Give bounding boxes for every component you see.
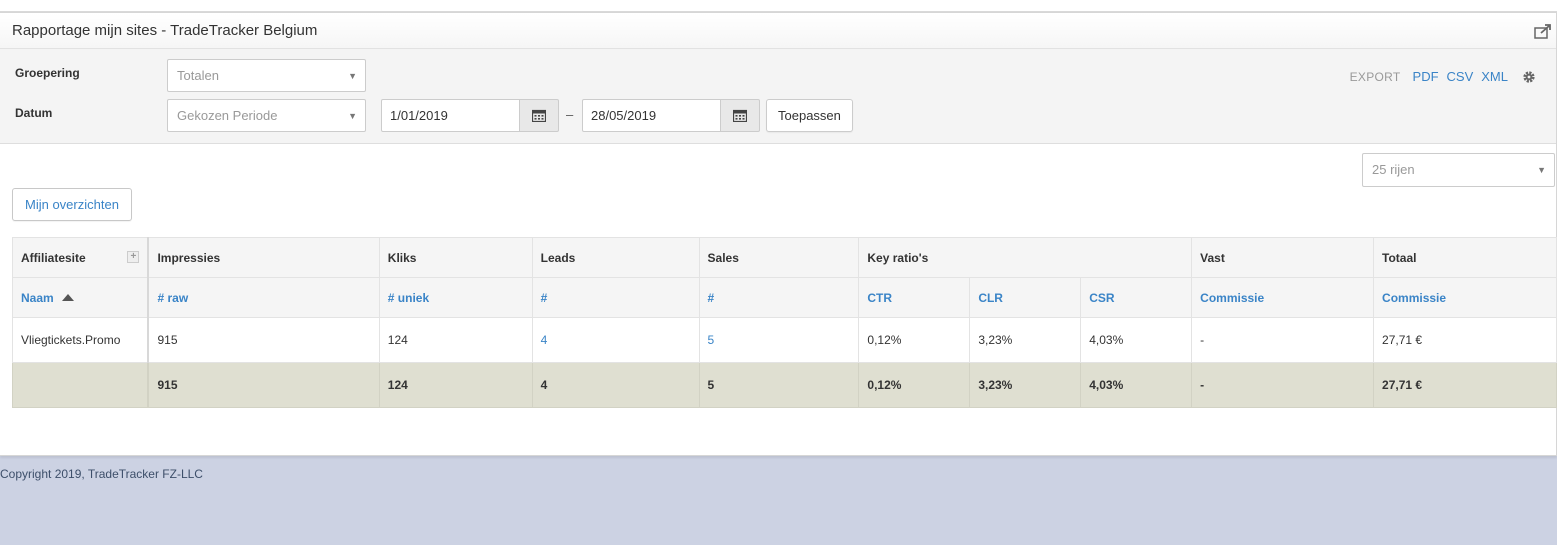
cell-leads-link[interactable]: 4: [531, 317, 700, 363]
period-value: Gekozen Periode: [177, 108, 278, 123]
header-sales: Sales: [698, 237, 860, 278]
total-vast-commissie: -: [1191, 362, 1375, 408]
grouping-label: Groepering: [15, 66, 80, 80]
sort-kliks-uniek[interactable]: # uniek: [378, 277, 533, 318]
gear-icon[interactable]: [1522, 70, 1536, 84]
grouping-select[interactable]: Totalen ▼: [167, 59, 366, 92]
header-totaal: Totaal: [1373, 237, 1557, 278]
group-header-row: Affiliatesite + Impressies Kliks Leads S…: [12, 237, 1557, 278]
period-select[interactable]: Gekozen Periode ▼: [167, 99, 366, 132]
cell-vast-commissie: -: [1191, 317, 1375, 363]
cell-sales-link[interactable]: 5: [698, 317, 860, 363]
cell-csr: 4,03%: [1080, 317, 1193, 363]
report-panel: Rapportage mijn sites - TradeTracker Bel…: [0, 12, 1557, 456]
table-row: Vliegtickets.Promo 915 124 4 5 0,12% 3,2…: [12, 317, 1557, 363]
total-label: [12, 362, 150, 408]
date-separator: –: [566, 107, 574, 122]
rows-per-page-value: 25 rijen: [1372, 162, 1415, 177]
share-icon[interactable]: [1534, 23, 1552, 39]
sub-header-row: Naam # raw # uniek # # CTR CLR CSR Commi…: [12, 277, 1557, 318]
report-table: Affiliatesite + Impressies Kliks Leads S…: [12, 237, 1557, 408]
footer-copyright: Copyright 2019, TradeTracker FZ-LLC: [0, 467, 203, 481]
header-label: Affiliatesite: [21, 250, 86, 265]
export-bar: EXPORT PDF CSV XML: [1350, 69, 1536, 84]
total-leads: 4: [531, 362, 700, 408]
cell-site: Vliegtickets.Promo: [12, 317, 150, 363]
chevron-down-icon: ▼: [348, 111, 357, 121]
sort-ctr[interactable]: CTR: [858, 277, 971, 318]
cell-clr: 3,23%: [969, 317, 1082, 363]
date-to-input[interactable]: 28/05/2019: [582, 99, 722, 132]
header-leads: Leads: [531, 237, 700, 278]
calendar-icon: [733, 109, 747, 122]
sort-sales[interactable]: #: [698, 277, 860, 318]
calendar-to-button[interactable]: [720, 99, 760, 132]
sort-leads[interactable]: #: [531, 277, 700, 318]
rows-per-page-select[interactable]: 25 rijen ▼: [1362, 153, 1555, 187]
calendar-from-button[interactable]: [519, 99, 559, 132]
total-csr: 4,03%: [1080, 362, 1193, 408]
header-impressies: Impressies: [147, 237, 380, 278]
total-totaal-commissie: 27,71 €: [1373, 362, 1557, 408]
header-kliks: Kliks: [378, 237, 533, 278]
sort-clr[interactable]: CLR: [969, 277, 1082, 318]
sort-vast-commissie[interactable]: Commissie: [1191, 277, 1375, 318]
chevron-down-icon: ▼: [348, 71, 357, 81]
page-title: Rapportage mijn sites - TradeTracker Bel…: [12, 22, 318, 39]
total-impressies: 915: [147, 362, 380, 408]
total-clr: 3,23%: [969, 362, 1082, 408]
total-sales: 5: [698, 362, 860, 408]
sort-totaal-commissie[interactable]: Commissie: [1373, 277, 1557, 318]
export-csv-link[interactable]: CSV: [1447, 69, 1474, 84]
grouping-value: Totalen: [177, 68, 219, 83]
totals-row: 915 124 4 5 0,12% 3,23% 4,03% - 27,71 €: [12, 362, 1557, 408]
cell-kliks: 124: [378, 317, 533, 363]
date-label: Datum: [15, 106, 53, 120]
cell-ctr: 0,12%: [858, 317, 971, 363]
export-xml-link[interactable]: XML: [1481, 69, 1508, 84]
filter-bar: Groepering Totalen ▼ Datum Gekozen Perio…: [0, 49, 1556, 144]
sort-asc-icon: [61, 293, 74, 301]
header-key-ratios: Key ratio's: [858, 237, 1193, 278]
export-label: EXPORT: [1349, 69, 1401, 84]
sort-csr[interactable]: CSR: [1080, 277, 1193, 318]
cell-totaal-commissie: 27,71 €: [1373, 317, 1557, 363]
panel-header: Rapportage mijn sites - TradeTracker Bel…: [0, 13, 1556, 49]
calendar-icon: [532, 109, 546, 122]
date-from-input[interactable]: 1/01/2019: [381, 99, 521, 132]
header-vast: Vast: [1191, 237, 1375, 278]
export-pdf-link[interactable]: PDF: [1413, 69, 1439, 84]
total-ctr: 0,12%: [858, 362, 971, 408]
sort-naam[interactable]: Naam: [12, 277, 150, 318]
top-band: [0, 0, 1557, 12]
sort-label: Naam: [21, 290, 54, 305]
apply-button[interactable]: Toepassen: [766, 99, 853, 132]
total-kliks: 124: [378, 362, 533, 408]
expand-plus-icon[interactable]: +: [127, 251, 140, 263]
chevron-down-icon: ▼: [1537, 165, 1546, 175]
cell-impressies: 915: [147, 317, 380, 363]
my-overviews-button[interactable]: Mijn overzichten: [12, 188, 132, 221]
sort-impressies-raw[interactable]: # raw: [147, 277, 380, 318]
header-affiliatesite: Affiliatesite +: [12, 237, 150, 278]
